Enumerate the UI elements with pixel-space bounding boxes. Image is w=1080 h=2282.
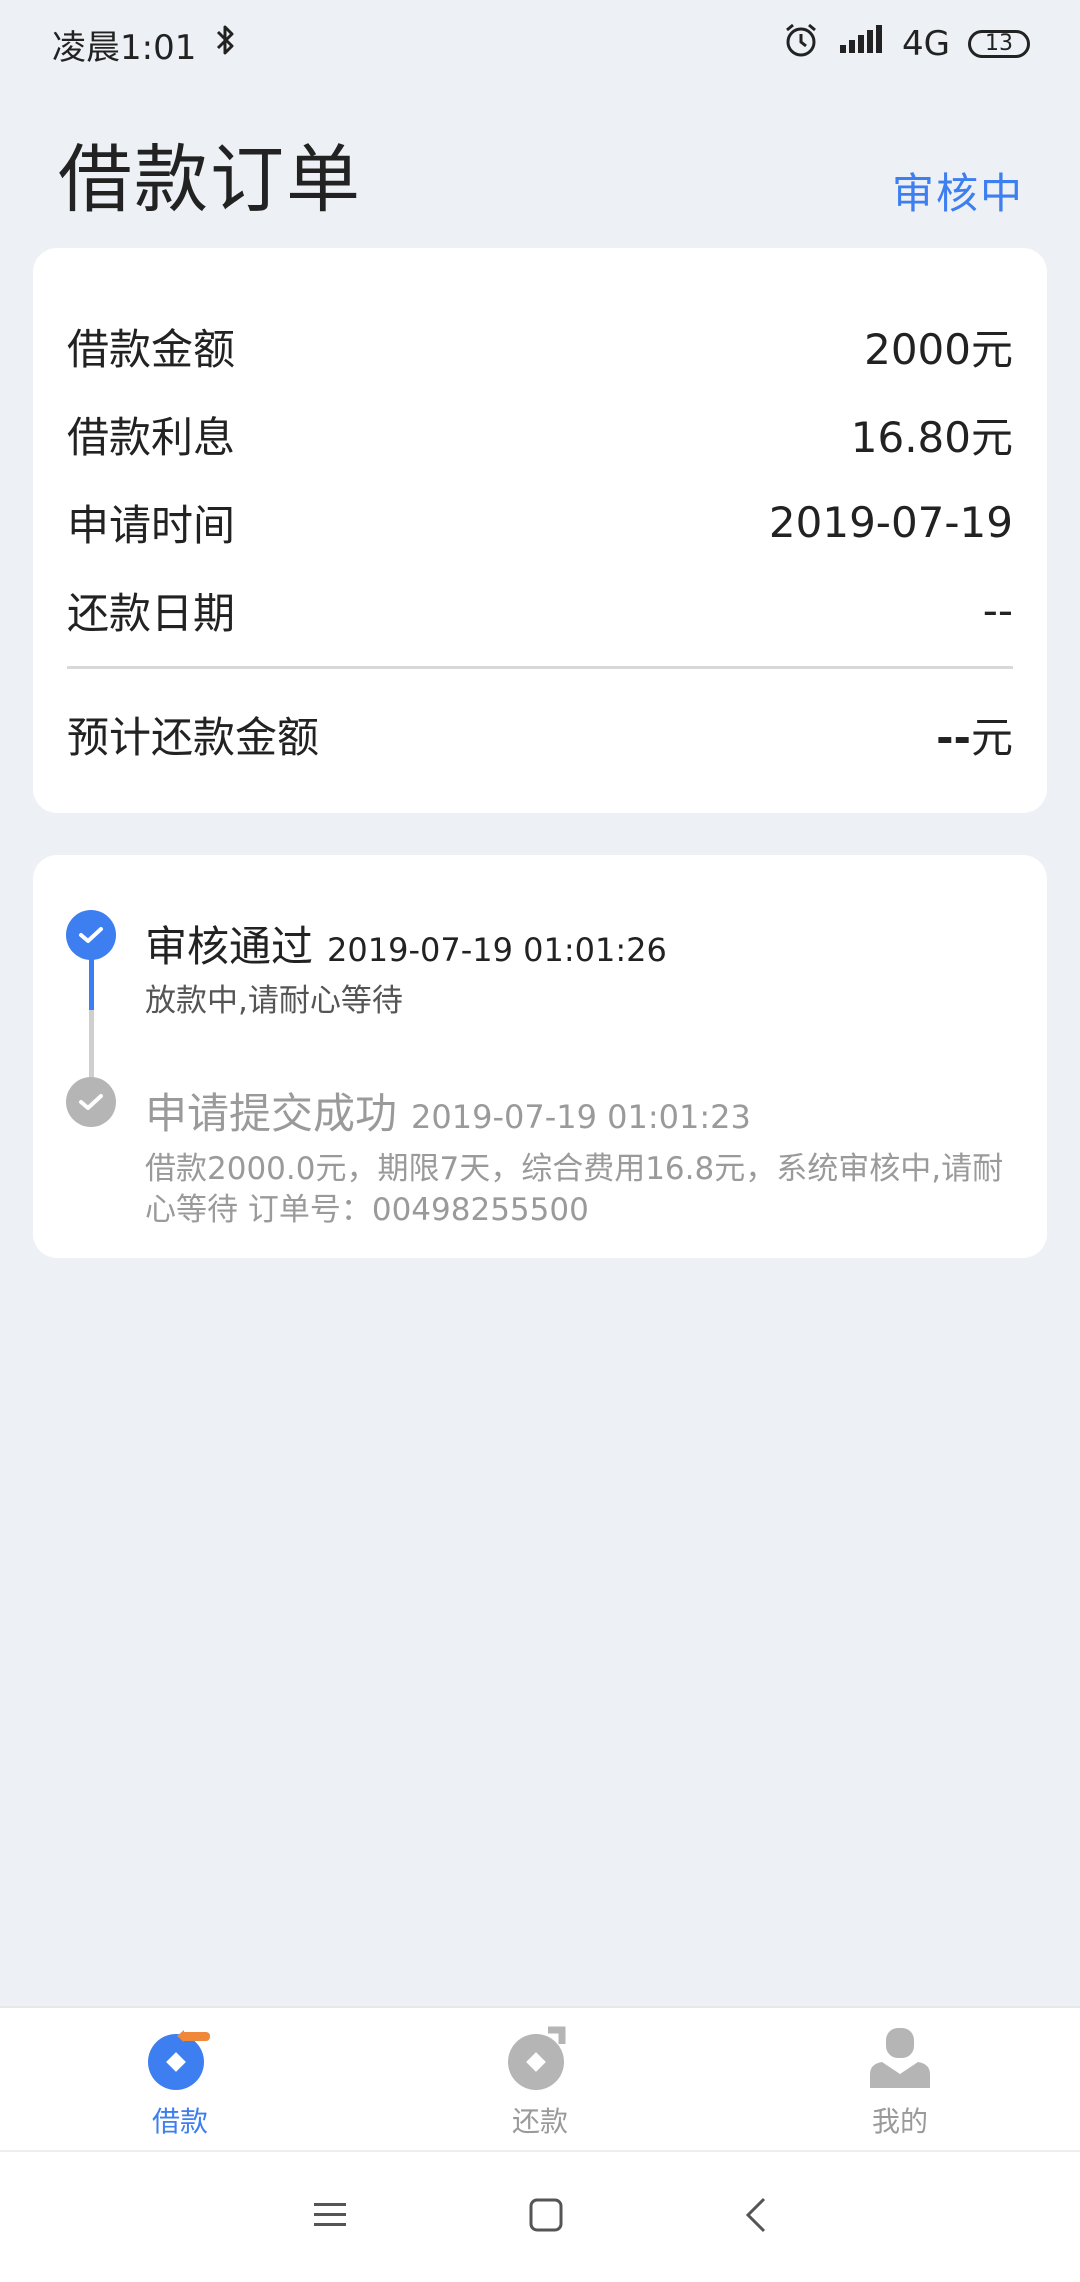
tab-label: 我的 xyxy=(871,2105,928,2138)
status-bar: 凌晨1:01 4G 13 xyxy=(0,0,1080,88)
bottom-tab-bar: 借款 还款 我的 xyxy=(0,2006,1080,2152)
row-expected-repay: 预计还款金额 --元 xyxy=(67,690,1013,778)
row-apply-time: 申请时间 2019-07-19 xyxy=(67,478,1013,566)
back-icon[interactable] xyxy=(744,2195,768,2239)
system-nav-bar xyxy=(0,2150,1080,2282)
alarm-icon xyxy=(782,21,820,68)
order-summary-card: 借款金额 2000元 借款利息 16.80元 申请时间 2019-07-19 还… xyxy=(33,248,1047,813)
step-desc-line: 心等待 订单号：00498255500 xyxy=(145,1192,589,1228)
row-label: 预计还款金额 xyxy=(67,712,320,762)
step-title: 申请提交成功 xyxy=(145,1089,398,1138)
row-value: --元 xyxy=(936,704,1013,765)
status-right: 4G 13 xyxy=(782,21,1030,68)
row-value: 2019-07-19 xyxy=(768,497,1013,547)
bluetooth-icon xyxy=(214,22,238,67)
page-title: 借款订单 xyxy=(58,137,362,223)
step-title: 审核通过 xyxy=(145,922,314,971)
timeline-step-submitted: 申请提交成功 2019-07-19 01:01:23 xyxy=(145,1080,751,1141)
check-icon xyxy=(66,1077,116,1127)
value-unit: 元 xyxy=(970,712,1013,762)
progress-timeline-card: 审核通过 2019-07-19 01:01:26 放款中,请耐心等待 申请提交成… xyxy=(33,855,1047,1258)
user-icon xyxy=(870,2028,930,2088)
step-time: 2019-07-19 01:01:23 xyxy=(411,1098,751,1136)
row-value: 2000元 xyxy=(864,324,1013,374)
step-time: 2019-07-19 01:01:26 xyxy=(327,931,667,969)
value-dash: -- xyxy=(936,712,971,762)
battery-level: 13 xyxy=(985,31,1013,56)
page-header: 借款订单 审核中 xyxy=(0,110,1080,230)
step-desc: 放款中,请耐心等待 xyxy=(145,981,403,1022)
row-loan-amount: 借款金额 2000元 xyxy=(67,302,1013,390)
row-label: 申请时间 xyxy=(67,500,236,550)
tab-loan[interactable]: 借款 xyxy=(0,2008,360,2152)
row-label: 还款日期 xyxy=(67,588,236,638)
row-loan-interest: 借款利息 16.80元 xyxy=(67,390,1013,478)
timeline-step-approved: 审核通过 2019-07-19 01:01:26 xyxy=(145,913,667,974)
step-desc-line: 借款2000.0元，期限7天，综合费用16.8元，系统审核中,请耐 xyxy=(145,1151,1004,1187)
row-label: 借款利息 xyxy=(67,412,236,462)
status-time: 凌晨1:01 xyxy=(52,27,197,68)
menu-icon[interactable] xyxy=(312,2200,348,2234)
row-label: 借款金额 xyxy=(67,324,236,374)
tab-repay[interactable]: 还款 xyxy=(360,2008,720,2152)
step-desc: 借款2000.0元，期限7天，综合费用16.8元，系统审核中,请耐 心等待 订单… xyxy=(145,1149,1025,1231)
home-icon[interactable] xyxy=(528,2197,564,2237)
step-desc-line: 放款中,请耐心等待 xyxy=(145,983,403,1019)
row-value: 16.80元 xyxy=(850,412,1013,462)
divider xyxy=(67,666,1013,669)
tab-label: 借款 xyxy=(151,2105,208,2138)
signal-icon xyxy=(838,24,884,64)
row-repay-date: 还款日期 -- xyxy=(67,566,1013,654)
tab-mine[interactable]: 我的 xyxy=(720,2008,1080,2152)
check-icon xyxy=(66,910,116,960)
order-status[interactable]: 审核中 xyxy=(892,160,1024,221)
network-type: 4G xyxy=(902,24,950,64)
repay-icon xyxy=(508,2026,566,2090)
tab-label: 还款 xyxy=(511,2105,568,2138)
status-left: 凌晨1:01 xyxy=(52,20,238,69)
row-value: -- xyxy=(982,585,1013,635)
loan-icon xyxy=(148,2030,210,2090)
battery-icon: 13 xyxy=(968,30,1030,58)
